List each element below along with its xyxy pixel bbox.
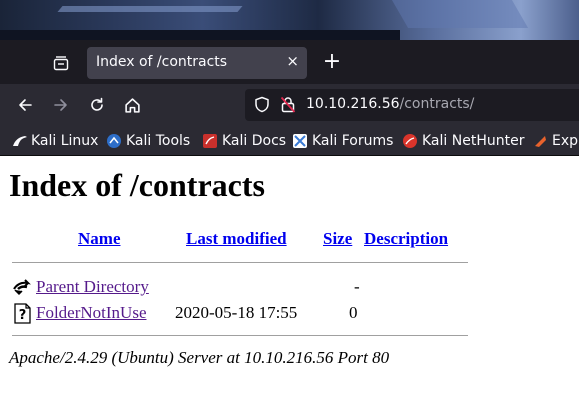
- divider-top: [12, 262, 468, 264]
- row-size: 0: [349, 303, 358, 322]
- back-arrow-icon[interactable]: [11, 91, 39, 119]
- bookmark-kali-nethunter[interactable]: Kali NetHunter: [403, 132, 524, 150]
- insecure-lock-icon[interactable]: [280, 96, 296, 117]
- close-icon[interactable]: ×: [286, 52, 299, 70]
- bookmark-kali-linux[interactable]: Kali Linux: [12, 132, 98, 150]
- kali-tools-icon: [107, 134, 121, 148]
- column-header-last-modified[interactable]: Last modified: [186, 229, 287, 249]
- link-foldernotinuse[interactable]: FolderNotInUse: [36, 303, 146, 323]
- row-last-modified: 2020-05-18 17:55: [175, 303, 298, 322]
- back-arrow-icon: [12, 277, 33, 298]
- forward-arrow-icon[interactable]: [47, 91, 75, 119]
- bookmark-kali-tools[interactable]: Kali Tools: [107, 132, 190, 150]
- url-text[interactable]: 10.10.216.56/contracts/: [306, 96, 474, 112]
- exploit-db-icon: [533, 134, 547, 148]
- desktop-wallpaper: [0, 0, 579, 40]
- link-parent-directory[interactable]: Parent Directory: [36, 277, 149, 297]
- bookmark-kali-forums[interactable]: Kali Forums: [293, 132, 393, 150]
- column-header-size[interactable]: Size: [323, 229, 352, 249]
- kali-forums-icon: [293, 134, 307, 148]
- url-host: 10.10.216.56: [306, 96, 400, 112]
- server-signature: Apache/2.4.29 (Ubuntu) Server at 10.10.2…: [9, 348, 390, 367]
- kali-dragon-icon: [12, 134, 27, 148]
- bookmark-kali-docs[interactable]: Kali Docs: [203, 132, 286, 150]
- kali-docs-icon: [203, 134, 217, 148]
- page-content: Index of /contracts Name Last modified S…: [0, 157, 579, 420]
- divider-bottom: [12, 335, 468, 337]
- tab-list-icon[interactable]: [48, 50, 74, 76]
- reload-icon[interactable]: [83, 91, 111, 119]
- column-header-name[interactable]: Name: [78, 229, 120, 249]
- tab-title: Index of /contracts: [96, 54, 228, 70]
- shield-icon[interactable]: [254, 96, 270, 117]
- home-icon[interactable]: [118, 91, 146, 119]
- page-title: Index of /contracts: [9, 167, 265, 203]
- tab-active[interactable]: Index of /contracts ×: [87, 47, 307, 79]
- bookmark-exploit-db[interactable]: Expl: [533, 132, 579, 150]
- new-tab-button[interactable]: +: [319, 50, 345, 76]
- url-path: /contracts/: [399, 96, 475, 112]
- column-header-description[interactable]: Description: [364, 229, 448, 249]
- svg-text:?: ?: [19, 308, 27, 323]
- row-size: -: [354, 277, 360, 296]
- nethunter-icon: [403, 134, 417, 148]
- unknown-file-icon: ?: [12, 303, 33, 324]
